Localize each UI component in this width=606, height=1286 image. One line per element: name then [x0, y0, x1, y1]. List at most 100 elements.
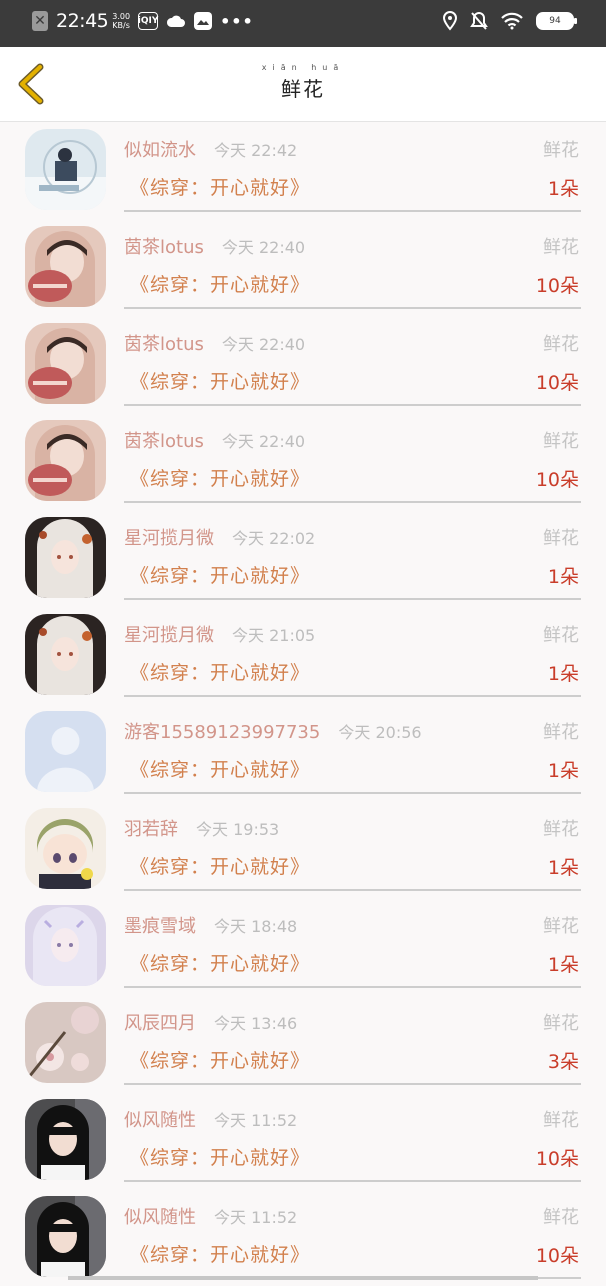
- page-title: 鲜花: [281, 77, 325, 101]
- username[interactable]: 风辰四月: [124, 1009, 196, 1035]
- record-info: 茵茶lotus 今天 22:40 鲜花 《综穿：开心就好》 10朵: [124, 219, 581, 309]
- speed-unit: KB/s: [112, 21, 130, 30]
- timestamp: 今天 11:52: [214, 1107, 297, 1131]
- record-meta: 似风随性 今天 11:52: [124, 1106, 297, 1132]
- flower-count: 10朵: [535, 372, 579, 394]
- avatar[interactable]: [25, 517, 106, 598]
- record-meta: 茵茶lotus 今天 22:40: [124, 427, 305, 453]
- flower-count: 1朵: [547, 760, 579, 782]
- list-item[interactable]: 星河揽月微 今天 22:02 鲜花 《综穿：开心就好》 1朵: [0, 510, 606, 607]
- more-status-dots: •••: [220, 11, 254, 31]
- book-title[interactable]: 《综穿：开心就好》: [130, 270, 310, 297]
- timestamp-time: 19:53: [233, 820, 280, 839]
- avatar[interactable]: [25, 226, 106, 307]
- record-info: 游客15589123997735 今天 20:56 鲜花 《综穿：开心就好》 1…: [124, 704, 581, 794]
- list-item[interactable]: 星河揽月微 今天 21:05 鲜花 《综穿：开心就好》 1朵: [0, 607, 606, 704]
- gift-type: 鲜花: [543, 237, 579, 258]
- status-left: ✕ 22:45 3.00 KB/s iQIY •••: [32, 10, 254, 32]
- book-title[interactable]: 《综穿：开心就好》: [130, 1240, 310, 1267]
- avatar[interactable]: [25, 614, 106, 695]
- location-icon: [442, 11, 458, 31]
- avatar[interactable]: [25, 905, 106, 986]
- username[interactable]: 星河揽月微: [124, 524, 214, 550]
- username[interactable]: 墨痕雪域: [124, 912, 196, 938]
- record-meta: 羽若辞 今天 19:53: [124, 815, 279, 841]
- gift-type: 鲜花: [543, 916, 579, 937]
- record-info: 茵茶lotus 今天 22:40 鲜花 《综穿：开心就好》 10朵: [124, 413, 581, 503]
- avatar[interactable]: [25, 129, 106, 210]
- list-item[interactable]: 茵茶lotus 今天 22:40 鲜花 《综穿：开心就好》 10朵: [0, 413, 606, 510]
- avatar[interactable]: [25, 323, 106, 404]
- record-meta: 风辰四月 今天 13:46: [124, 1009, 297, 1035]
- username[interactable]: 茵茶lotus: [124, 233, 204, 259]
- flower-count: 1朵: [547, 178, 579, 200]
- username[interactable]: 星河揽月微: [124, 621, 214, 647]
- gift-type: 鲜花: [543, 1013, 579, 1034]
- timestamp-time: 22:40: [258, 335, 306, 354]
- username[interactable]: 茵茶lotus: [124, 330, 204, 356]
- list-item[interactable]: 似风随性 今天 11:52 鲜花 《综穿：开心就好》 10朵: [0, 1189, 606, 1286]
- avatar[interactable]: [25, 1196, 106, 1277]
- book-title[interactable]: 《综穿：开心就好》: [130, 367, 310, 394]
- scroll-indicator: [68, 1276, 538, 1280]
- avatar[interactable]: [25, 1099, 106, 1180]
- book-title[interactable]: 《综穿：开心就好》: [130, 755, 310, 782]
- record-info: 羽若辞 今天 19:53 鲜花 《综穿：开心就好》 1朵: [124, 801, 581, 891]
- timestamp-time: 22:40: [258, 238, 306, 257]
- avatar[interactable]: [25, 1002, 106, 1083]
- timestamp-day: 今天: [214, 1111, 247, 1130]
- book-title[interactable]: 《综穿：开心就好》: [130, 852, 310, 879]
- timestamp: 今天 19:53: [196, 816, 279, 840]
- record-info: 茵茶lotus 今天 22:40 鲜花 《综穿：开心就好》 10朵: [124, 316, 581, 406]
- timestamp-day: 今天: [232, 529, 265, 548]
- book-title[interactable]: 《综穿：开心就好》: [130, 173, 310, 200]
- list-item[interactable]: 风辰四月 今天 13:46 鲜花 《综穿：开心就好》 3朵: [0, 995, 606, 1092]
- username[interactable]: 似如流水: [124, 136, 196, 162]
- gift-type: 鲜花: [543, 140, 579, 161]
- book-title[interactable]: 《综穿：开心就好》: [130, 561, 310, 588]
- flower-count: 10朵: [535, 275, 579, 297]
- avatar[interactable]: [25, 711, 106, 792]
- book-title[interactable]: 《综穿：开心就好》: [130, 949, 310, 976]
- list-item[interactable]: 茵茶lotus 今天 22:40 鲜花 《综穿：开心就好》 10朵: [0, 219, 606, 316]
- gift-type: 鲜花: [543, 1207, 579, 1228]
- page-title-pinyin: xiān huā: [261, 63, 345, 72]
- avatar[interactable]: [25, 808, 106, 889]
- username[interactable]: 羽若辞: [124, 815, 178, 841]
- network-speed: 3.00 KB/s: [112, 12, 130, 30]
- book-title[interactable]: 《综穿：开心就好》: [130, 658, 310, 685]
- flower-count: 3朵: [547, 1051, 579, 1073]
- timestamp-time: 22:40: [258, 432, 306, 451]
- timestamp-time: 18:48: [251, 917, 298, 936]
- list-item[interactable]: 似如流水 今天 22:42 鲜花 《综穿：开心就好》 1朵: [0, 122, 606, 219]
- page-header: xiān huā 鲜花: [0, 47, 606, 122]
- avatar[interactable]: [25, 420, 106, 501]
- timestamp: 今天 13:46: [214, 1010, 297, 1034]
- book-title[interactable]: 《综穿：开心就好》: [130, 464, 310, 491]
- record-info: 似风随性 今天 11:52 鲜花 《综穿：开心就好》 10朵: [124, 1092, 581, 1182]
- flower-count: 1朵: [547, 857, 579, 879]
- list-item[interactable]: 茵茶lotus 今天 22:40 鲜花 《综穿：开心就好》 10朵: [0, 316, 606, 413]
- book-title[interactable]: 《综穿：开心就好》: [130, 1046, 310, 1073]
- book-title[interactable]: 《综穿：开心就好》: [130, 1143, 310, 1170]
- username[interactable]: 茵茶lotus: [124, 427, 204, 453]
- flower-record-list: 似如流水 今天 22:42 鲜花 《综穿：开心就好》 1朵 茵茶lotus 今天…: [0, 122, 606, 1286]
- battery-icon: 94: [536, 12, 577, 30]
- notification-x-icon: ✕: [32, 11, 48, 31]
- username[interactable]: 似风随性: [124, 1106, 196, 1132]
- timestamp: 今天 22:40: [222, 234, 305, 258]
- list-item[interactable]: 羽若辞 今天 19:53 鲜花 《综穿：开心就好》 1朵: [0, 801, 606, 898]
- timestamp-day: 今天: [214, 1208, 247, 1227]
- timestamp-time: 21:05: [269, 626, 316, 645]
- record-info: 墨痕雪域 今天 18:48 鲜花 《综穿：开心就好》 1朵: [124, 898, 581, 988]
- username[interactable]: 游客15589123997735: [124, 718, 320, 744]
- list-item[interactable]: 似风随性 今天 11:52 鲜花 《综穿：开心就好》 10朵: [0, 1092, 606, 1189]
- list-item[interactable]: 游客15589123997735 今天 20:56 鲜花 《综穿：开心就好》 1…: [0, 704, 606, 801]
- list-item[interactable]: 墨痕雪域 今天 18:48 鲜花 《综穿：开心就好》 1朵: [0, 898, 606, 995]
- timestamp-day: 今天: [221, 335, 254, 354]
- timestamp-day: 今天: [338, 723, 371, 742]
- timestamp: 今天 22:40: [222, 428, 305, 452]
- gift-type: 鲜花: [543, 625, 579, 646]
- username[interactable]: 似风随性: [124, 1203, 196, 1229]
- gift-type: 鲜花: [543, 722, 579, 743]
